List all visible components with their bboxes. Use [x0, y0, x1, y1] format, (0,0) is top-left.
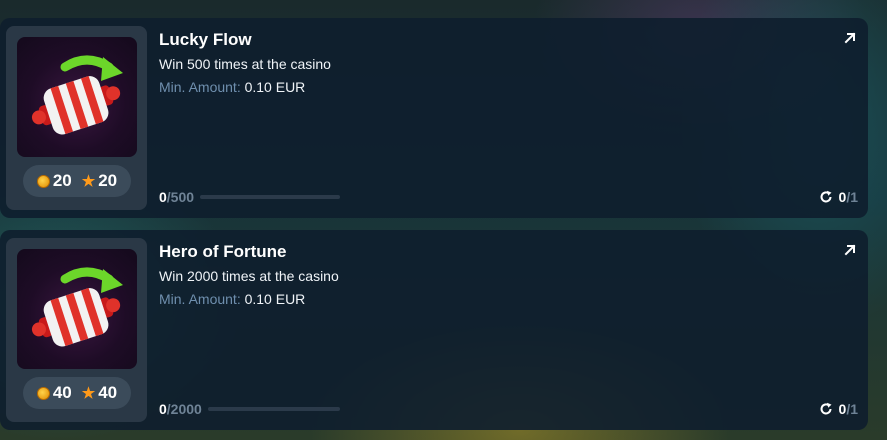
reward-badges: 20 ★ 20: [23, 165, 131, 197]
star-reward-value: 20: [98, 171, 118, 190]
min-amount-row: Min. Amount: 0.10 EUR: [159, 79, 305, 95]
refresh-icon: [820, 402, 832, 415]
star-icon: ★: [81, 384, 96, 402]
quest-progress: 0/500: [159, 189, 341, 205]
arrow-up-right-icon[interactable]: [842, 242, 858, 258]
progress-bar: [207, 407, 340, 411]
star-reward: ★ 40: [82, 383, 117, 403]
min-amount-label: Min. Amount:: [159, 79, 241, 95]
min-amount-value: 0.10 EUR: [244, 291, 306, 307]
slot-reel-icon: [17, 37, 137, 157]
quest-title: Hero of Fortune: [159, 242, 287, 261]
progress-text: 0/500: [159, 189, 195, 205]
coin-reward: 40: [36, 383, 72, 403]
min-amount-label: Min. Amount:: [159, 291, 241, 307]
attempts-counter: 0/1: [819, 401, 858, 417]
min-amount-row: Min. Amount: 0.10 EUR: [159, 291, 305, 307]
quest-progress: 0/2000: [159, 401, 340, 417]
quest-thumbnail-panel: 20 ★ 20: [6, 26, 147, 210]
quest-card[interactable]: 40 ★ 40 Hero of Fortune Win 2000 times a…: [0, 230, 868, 430]
coin-reward: 20: [36, 171, 72, 191]
reward-badges: 40 ★ 40: [23, 377, 131, 409]
quest-title: Lucky Flow: [159, 30, 252, 49]
star-reward-value: 40: [98, 383, 118, 402]
progress-text: 0/2000: [159, 401, 202, 417]
quest-description: Win 500 times at the casino: [159, 56, 331, 72]
refresh-icon: [820, 190, 832, 203]
min-amount-value: 0.10 EUR: [244, 79, 306, 95]
star-reward: ★ 20: [82, 171, 117, 191]
attempts-counter: 0/1: [819, 189, 858, 205]
quest-thumbnail-panel: 40 ★ 40: [6, 238, 147, 422]
attempts-text: 0/1: [838, 189, 858, 205]
attempts-text: 0/1: [838, 401, 858, 417]
coin-reward-value: 20: [52, 171, 72, 190]
quest-description: Win 2000 times at the casino: [159, 268, 339, 284]
star-icon: ★: [81, 172, 96, 190]
quest-card[interactable]: 20 ★ 20 Lucky Flow Win 500 times at the …: [0, 18, 868, 218]
progress-bar: [200, 195, 341, 199]
arrow-up-right-icon[interactable]: [842, 30, 858, 46]
coin-reward-value: 40: [52, 383, 72, 402]
coin-icon: [36, 174, 50, 188]
coin-icon: [36, 386, 50, 400]
slot-reel-icon: [17, 249, 137, 369]
